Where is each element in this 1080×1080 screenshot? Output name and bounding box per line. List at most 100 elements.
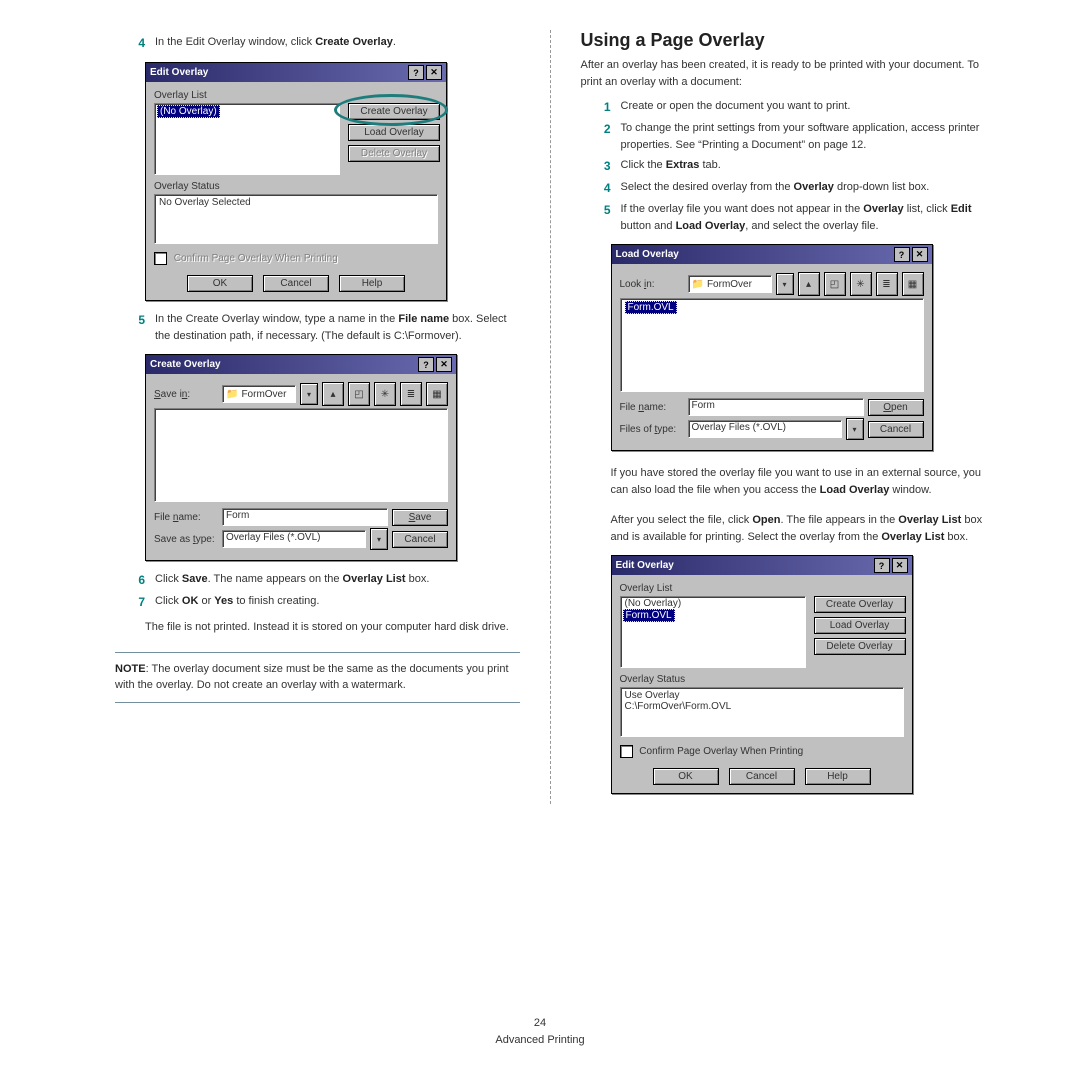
help-button[interactable]: Help [339,275,405,292]
help-icon[interactable]: ? [874,558,890,573]
load-overlay-button[interactable]: Load Overlay [348,124,440,141]
list-view-icon[interactable]: ≣ [876,272,898,296]
overlay-list-label: Overlay List [154,90,438,101]
overlay-list-box[interactable]: (No Overlay) Form.OVL [620,596,806,668]
step-text: Select the desired overlay from the Over… [621,179,986,197]
help-icon[interactable]: ? [418,357,434,372]
page-footer: 24 Advanced Printing [0,1015,1080,1050]
save-as-type-label: Save as type: [154,534,218,545]
section-heading: Using a Page Overlay [581,30,986,51]
chevron-down-icon[interactable]: ▾ [776,273,794,295]
overlay-status-box: Use Overlay C:\FormOver\Form.OVL [620,687,904,737]
step-number: 4 [115,34,155,52]
up-folder-icon[interactable]: ▴ [322,382,344,406]
list-item[interactable]: (No Overlay) [157,105,220,118]
close-icon[interactable]: ✕ [426,65,442,80]
step-number: 4 [581,179,621,197]
help-icon[interactable]: ? [894,247,910,262]
load-overlay-dialog: Load Overlay ? ✕ Look in: 📁 FormOver ▾ ▴… [611,244,933,451]
look-in-dropdown[interactable]: 📁 FormOver [688,275,772,293]
step-number: 5 [115,311,155,344]
files-of-type-label: Files of type: [620,424,684,435]
list-view-icon[interactable]: ≣ [400,382,422,406]
ok-button[interactable]: OK [653,768,719,785]
filename-label: File name: [620,402,684,413]
edit-overlay-dialog-2: Edit Overlay ? ✕ Overlay List (No Overla… [611,555,913,794]
note-box: NOTE: The overlay document size must be … [115,652,520,703]
step-number: 2 [581,120,621,153]
paragraph: After you select the file, click Open. T… [611,512,986,545]
new-folder-icon[interactable]: ✳ [374,382,396,406]
overlay-status-box: No Overlay Selected [154,194,438,244]
close-icon[interactable]: ✕ [436,357,452,372]
cancel-button[interactable]: Cancel [263,275,329,292]
confirm-checkbox-row[interactable]: Confirm Page Overlay When Printing [620,745,904,758]
delete-overlay-button: Delete Overlay [348,145,440,162]
folder-icon: 📁 [226,389,238,400]
desktop-icon[interactable]: ◰ [348,382,370,406]
filename-input[interactable]: Form [688,398,864,416]
help-button[interactable]: Help [805,768,871,785]
overlay-status-label: Overlay Status [154,181,438,192]
step-number: 1 [581,98,621,116]
look-in-label: Look in: [620,279,684,290]
confirm-checkbox-row[interactable]: Confirm Page Overlay When Printing [154,252,438,265]
chevron-down-icon[interactable]: ▾ [300,383,318,405]
delete-overlay-button[interactable]: Delete Overlay [814,638,906,655]
chevron-down-icon[interactable]: ▾ [370,528,388,550]
desktop-icon[interactable]: ◰ [824,272,846,296]
file-browser-pane[interactable]: Form.OVL [620,298,924,392]
step-text: Click OK or Yes to finish creating. [155,593,520,611]
new-folder-icon[interactable]: ✳ [850,272,872,296]
cancel-button[interactable]: Cancel [392,531,448,548]
dialog-title: Load Overlay [616,249,679,260]
overlay-status-label: Overlay Status [620,674,904,685]
dialog-title: Edit Overlay [616,560,674,571]
step-text: Click Save. The name appears on the Over… [155,571,520,589]
section-name: Advanced Printing [0,1032,1080,1050]
overlay-list-label: Overlay List [620,583,904,594]
edit-overlay-dialog: Edit Overlay ? ✕ Overlay List (No Overla… [145,62,447,301]
save-in-label: Save in: [154,389,218,400]
files-of-type-dropdown[interactable]: Overlay Files (*.OVL) [688,420,842,438]
step-number: 3 [581,157,621,175]
up-folder-icon[interactable]: ▴ [798,272,820,296]
close-icon[interactable]: ✕ [892,558,908,573]
save-in-dropdown[interactable]: 📁 FormOver [222,385,296,403]
help-icon[interactable]: ? [408,65,424,80]
step-text: To change the print settings from your s… [621,120,986,153]
save-as-type-dropdown[interactable]: Overlay Files (*.OVL) [222,530,366,548]
detail-view-icon[interactable]: ▦ [426,382,448,406]
file-item[interactable]: Form.OVL [625,301,677,314]
step-text: Click the Extras tab. [621,157,986,175]
overlay-list-box[interactable]: (No Overlay) [154,103,340,175]
dialog-title: Edit Overlay [150,67,208,78]
step-text: If the overlay file you want does not ap… [621,201,986,234]
step-number: 6 [115,571,155,589]
create-overlay-button[interactable]: Create Overlay [814,596,906,613]
load-overlay-button[interactable]: Load Overlay [814,617,906,634]
chevron-down-icon[interactable]: ▾ [846,418,864,440]
filename-label: File name: [154,512,218,523]
checkbox-icon[interactable] [620,745,633,758]
cancel-button[interactable]: Cancel [868,421,924,438]
detail-view-icon[interactable]: ▦ [902,272,924,296]
create-overlay-button[interactable]: Create Overlay [348,103,440,120]
folder-icon: 📁 [692,279,704,290]
file-browser-pane[interactable] [154,408,448,502]
filename-input[interactable]: Form [222,508,388,526]
paragraph: The file is not printed. Instead it is s… [145,619,520,636]
checkbox-icon[interactable] [154,252,167,265]
list-item[interactable]: Form.OVL [623,609,675,622]
paragraph: If you have stored the overlay file you … [611,465,986,498]
step-number: 5 [581,201,621,234]
step-text: In the Create Overlay window, type a nam… [155,311,520,344]
step-text: Create or open the document you want to … [621,98,986,116]
open-button[interactable]: Open [868,399,924,416]
list-item[interactable]: (No Overlay) [623,598,803,609]
intro-text: After an overlay has been created, it is… [581,57,986,90]
save-button[interactable]: Save [392,509,448,526]
cancel-button[interactable]: Cancel [729,768,795,785]
close-icon[interactable]: ✕ [912,247,928,262]
ok-button[interactable]: OK [187,275,253,292]
